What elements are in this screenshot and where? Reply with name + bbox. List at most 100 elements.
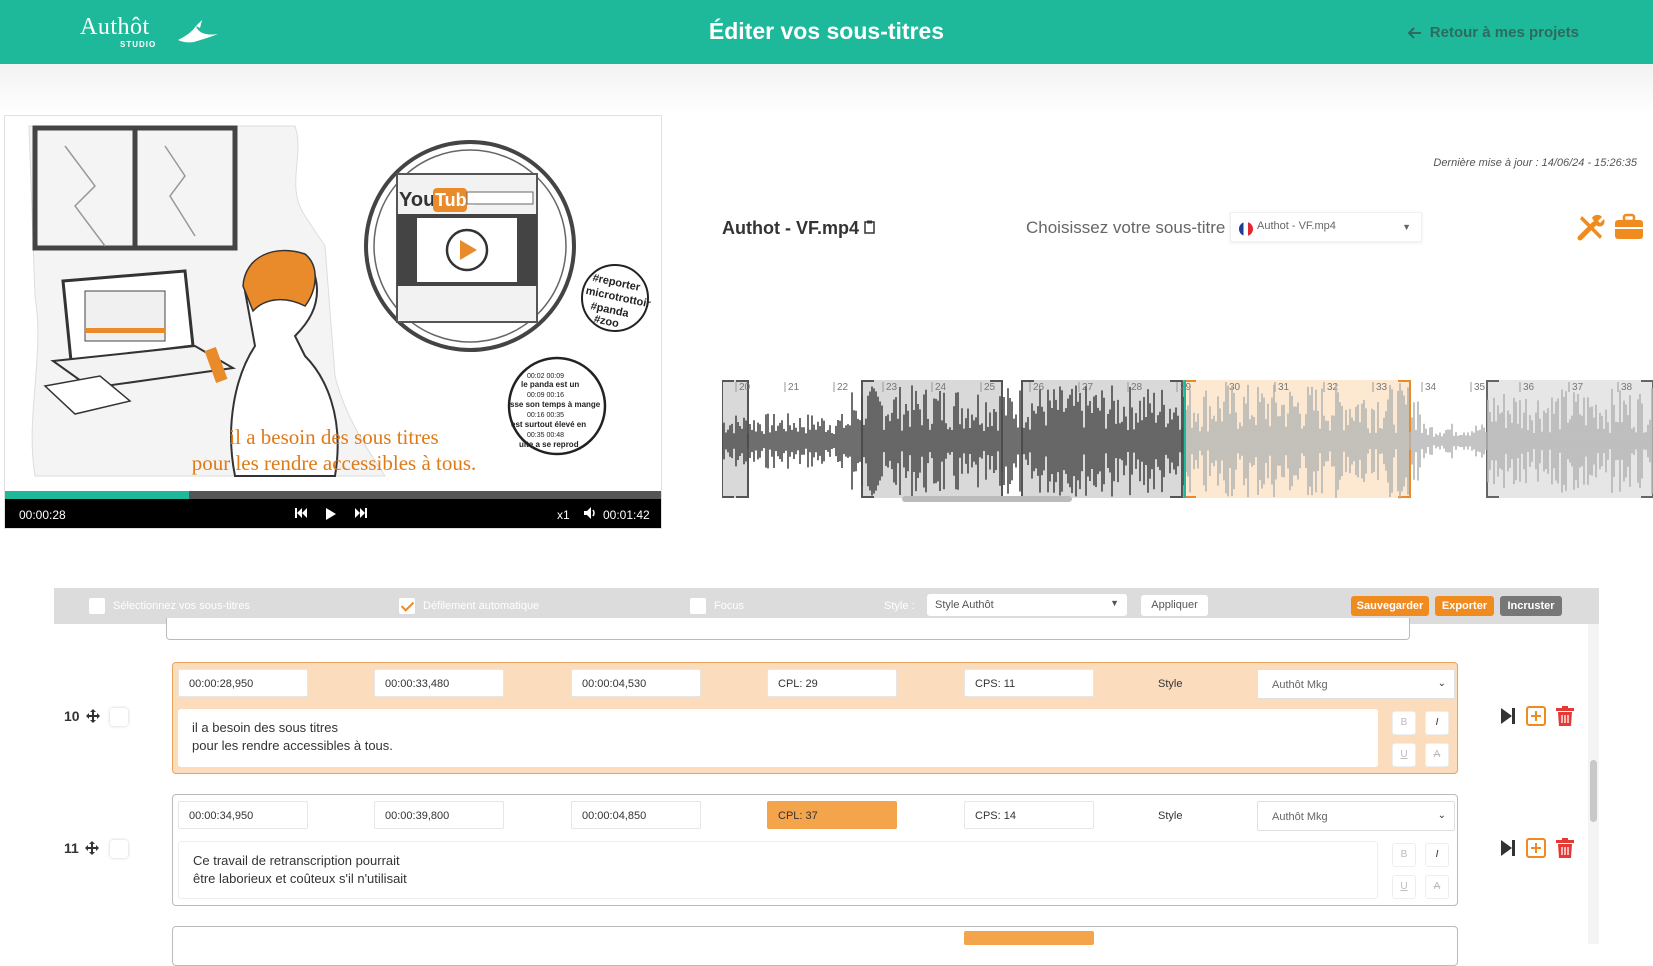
start-time-field[interactable]: 00:00:34,950 [178, 801, 308, 829]
auto-scroll-checkbox[interactable] [399, 598, 415, 614]
skip-forward-icon[interactable] [355, 507, 367, 519]
back-to-projects-link[interactable]: Retour à mes projets [1407, 24, 1579, 41]
add-subtitle-icon[interactable] [1526, 706, 1546, 726]
focus-checkbox[interactable] [690, 598, 706, 614]
waveform-tick-label: 31 [1278, 382, 1290, 393]
audio-waveform[interactable]: 20212223242526272829303132333435363738 [722, 380, 1653, 502]
waveform-scroll-thumb[interactable] [902, 496, 1072, 502]
export-button[interactable]: Exporter [1435, 596, 1494, 616]
video-caption-line-2: pour les rendre accessibles à tous. [191, 451, 477, 475]
subtitle-row-number: 10 [64, 708, 100, 724]
chevron-down-icon: ▼ [1110, 598, 1119, 608]
global-style-select[interactable]: Style Authôt ▼ [927, 594, 1127, 616]
svg-text:00:02 00:09: 00:02 00:09 [527, 373, 564, 380]
waveform-tick-label: 28 [1131, 382, 1143, 393]
subtitle-card[interactable]: 00:00:34,950 00:00:39,800 00:00:04,850 C… [172, 794, 1458, 906]
strikethrough-button[interactable]: A [1425, 875, 1449, 899]
scrollbar-thumb[interactable] [1590, 760, 1597, 822]
waveform-tick-label: 30 [1229, 382, 1241, 393]
waveform-tick-label: 27 [1082, 382, 1094, 393]
header-shadow [0, 64, 1653, 114]
underline-button[interactable]: U [1392, 875, 1416, 899]
video-progress-bar[interactable] [5, 491, 661, 499]
strikethrough-button[interactable]: A [1425, 743, 1449, 767]
row-number-text: 11 [64, 840, 79, 856]
focus-control[interactable]: Focus [690, 598, 744, 614]
start-time-field[interactable]: 00:00:28,950 [178, 669, 308, 697]
subtitle-line-2: être laborieux et coûteux s'il n'utilisa… [193, 871, 407, 886]
row-style-select[interactable]: Authôt Mkg ⌄ [1257, 669, 1455, 699]
subtitles-scrollbar[interactable] [1588, 624, 1599, 944]
select-all-control[interactable]: Sélectionnez vos sous-titres [89, 598, 250, 614]
select-all-checkbox[interactable] [89, 598, 105, 614]
total-duration: 00:01:42 [603, 508, 650, 522]
subtitles-panel: Sélectionnez vos sous-titres Défilement … [54, 588, 1599, 966]
video-controls: 00:00:28 x1 00:01:42 [5, 499, 661, 528]
svg-text:le panda est un: le panda est un [521, 380, 579, 389]
move-handle-icon[interactable] [84, 841, 99, 855]
row-select-checkbox[interactable] [110, 708, 128, 726]
file-name: Authot - VF.mp4 [722, 218, 875, 239]
briefcase-icon[interactable] [1614, 212, 1644, 242]
cps-field-warning [964, 931, 1094, 945]
subtitle-select[interactable]: Authot - VF.mp4 ▼ [1230, 212, 1422, 242]
volume-icon[interactable] [583, 506, 597, 520]
move-handle-icon[interactable] [85, 709, 100, 723]
waveform-tick-label: 21 [788, 382, 800, 393]
current-time: 00:00:28 [19, 508, 66, 522]
cps-field: CPS: 11 [964, 669, 1094, 697]
subtitle-line-2: pour les rendre accessibles à tous. [192, 738, 393, 753]
play-to-end-icon[interactable] [1500, 839, 1516, 857]
italic-button[interactable]: I [1425, 843, 1449, 867]
bold-button[interactable]: B [1392, 843, 1416, 867]
skip-back-icon[interactable] [295, 507, 307, 519]
waveform-tick-label: 26 [1033, 382, 1045, 393]
apply-button[interactable]: Appliquer [1141, 595, 1208, 616]
cpl-field: CPL: 29 [767, 669, 897, 697]
tools-icon[interactable] [1576, 212, 1606, 242]
row-style-label: Style [1158, 678, 1183, 690]
end-time-field[interactable]: 00:00:39,800 [374, 801, 504, 829]
waveform-tick-label: 35 [1474, 382, 1486, 393]
end-time-field[interactable]: 00:00:33,480 [374, 669, 504, 697]
subtitle-select-value: Authot - VF.mp4 [1257, 220, 1336, 232]
row-style-select[interactable]: Authôt Mkg ⌄ [1257, 801, 1455, 831]
waveform-tick-label: 36 [1523, 382, 1535, 393]
clipboard-icon[interactable] [864, 220, 875, 234]
next-subtitle-card[interactable] [172, 926, 1458, 966]
playback-speed[interactable]: x1 [557, 508, 570, 522]
svg-text:00:09 00:16: 00:09 00:16 [527, 392, 564, 399]
cps-field: CPS: 14 [964, 801, 1094, 829]
auto-scroll-control[interactable]: Défilement automatique [399, 598, 539, 614]
row-select-checkbox[interactable] [110, 840, 128, 858]
video-caption-line-1: il a besoin des sous titres [229, 425, 439, 449]
video-player[interactable]: You Tube #reporter microtrottoir #panda … [4, 115, 662, 529]
burn-in-button[interactable]: Incruster [1500, 596, 1562, 616]
duration-field[interactable]: 00:00:04,530 [571, 669, 701, 697]
subtitle-text-editor[interactable]: Ce travail de retranscription pourrait ê… [178, 841, 1378, 899]
back-link-label: Retour à mes projets [1429, 24, 1579, 41]
waveform-tick-label: 25 [984, 382, 996, 393]
cpl-field-warning: CPL: 37 [767, 801, 897, 829]
play-icon[interactable] [325, 507, 337, 521]
waveform-tick-label: 22 [837, 382, 849, 393]
trash-icon[interactable] [1556, 838, 1574, 858]
waveform-tick-label: 38 [1621, 382, 1633, 393]
save-button[interactable]: Sauvegarder [1351, 596, 1429, 616]
add-subtitle-icon[interactable] [1526, 838, 1546, 858]
row-actions [1500, 838, 1574, 858]
play-to-end-icon[interactable] [1500, 707, 1516, 725]
waveform-tick-label: 37 [1572, 382, 1584, 393]
chevron-down-icon: ⌄ [1437, 678, 1446, 689]
bold-button[interactable]: B [1392, 711, 1416, 735]
subtitle-text-editor[interactable]: il a besoin des sous titres pour les ren… [178, 709, 1378, 767]
previous-subtitle-card [166, 618, 1410, 640]
subtitle-line-1: il a besoin des sous titres [192, 720, 338, 735]
select-all-label: Sélectionnez vos sous-titres [113, 600, 250, 612]
project-tools [1576, 212, 1644, 242]
subtitle-card-active[interactable]: 00:00:28,950 00:00:33,480 00:00:04,530 C… [172, 662, 1458, 774]
underline-button[interactable]: U [1392, 743, 1416, 767]
trash-icon[interactable] [1556, 706, 1574, 726]
duration-field[interactable]: 00:00:04,850 [571, 801, 701, 829]
italic-button[interactable]: I [1425, 711, 1449, 735]
